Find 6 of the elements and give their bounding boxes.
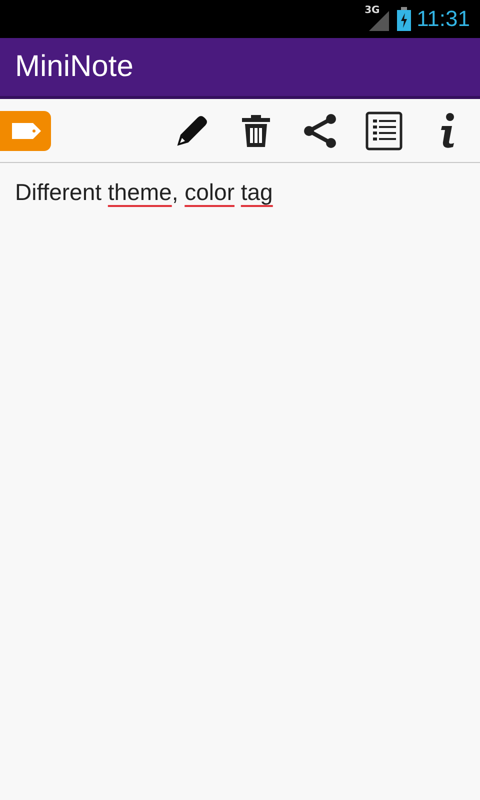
list-icon — [364, 110, 404, 150]
color-tag-button[interactable] — [0, 110, 51, 150]
clock: 11:31 — [416, 6, 470, 32]
app-title: MiniNote — [15, 50, 134, 84]
note-text[interactable]: Different theme, color tag — [0, 163, 480, 222]
battery-icon — [396, 7, 411, 31]
